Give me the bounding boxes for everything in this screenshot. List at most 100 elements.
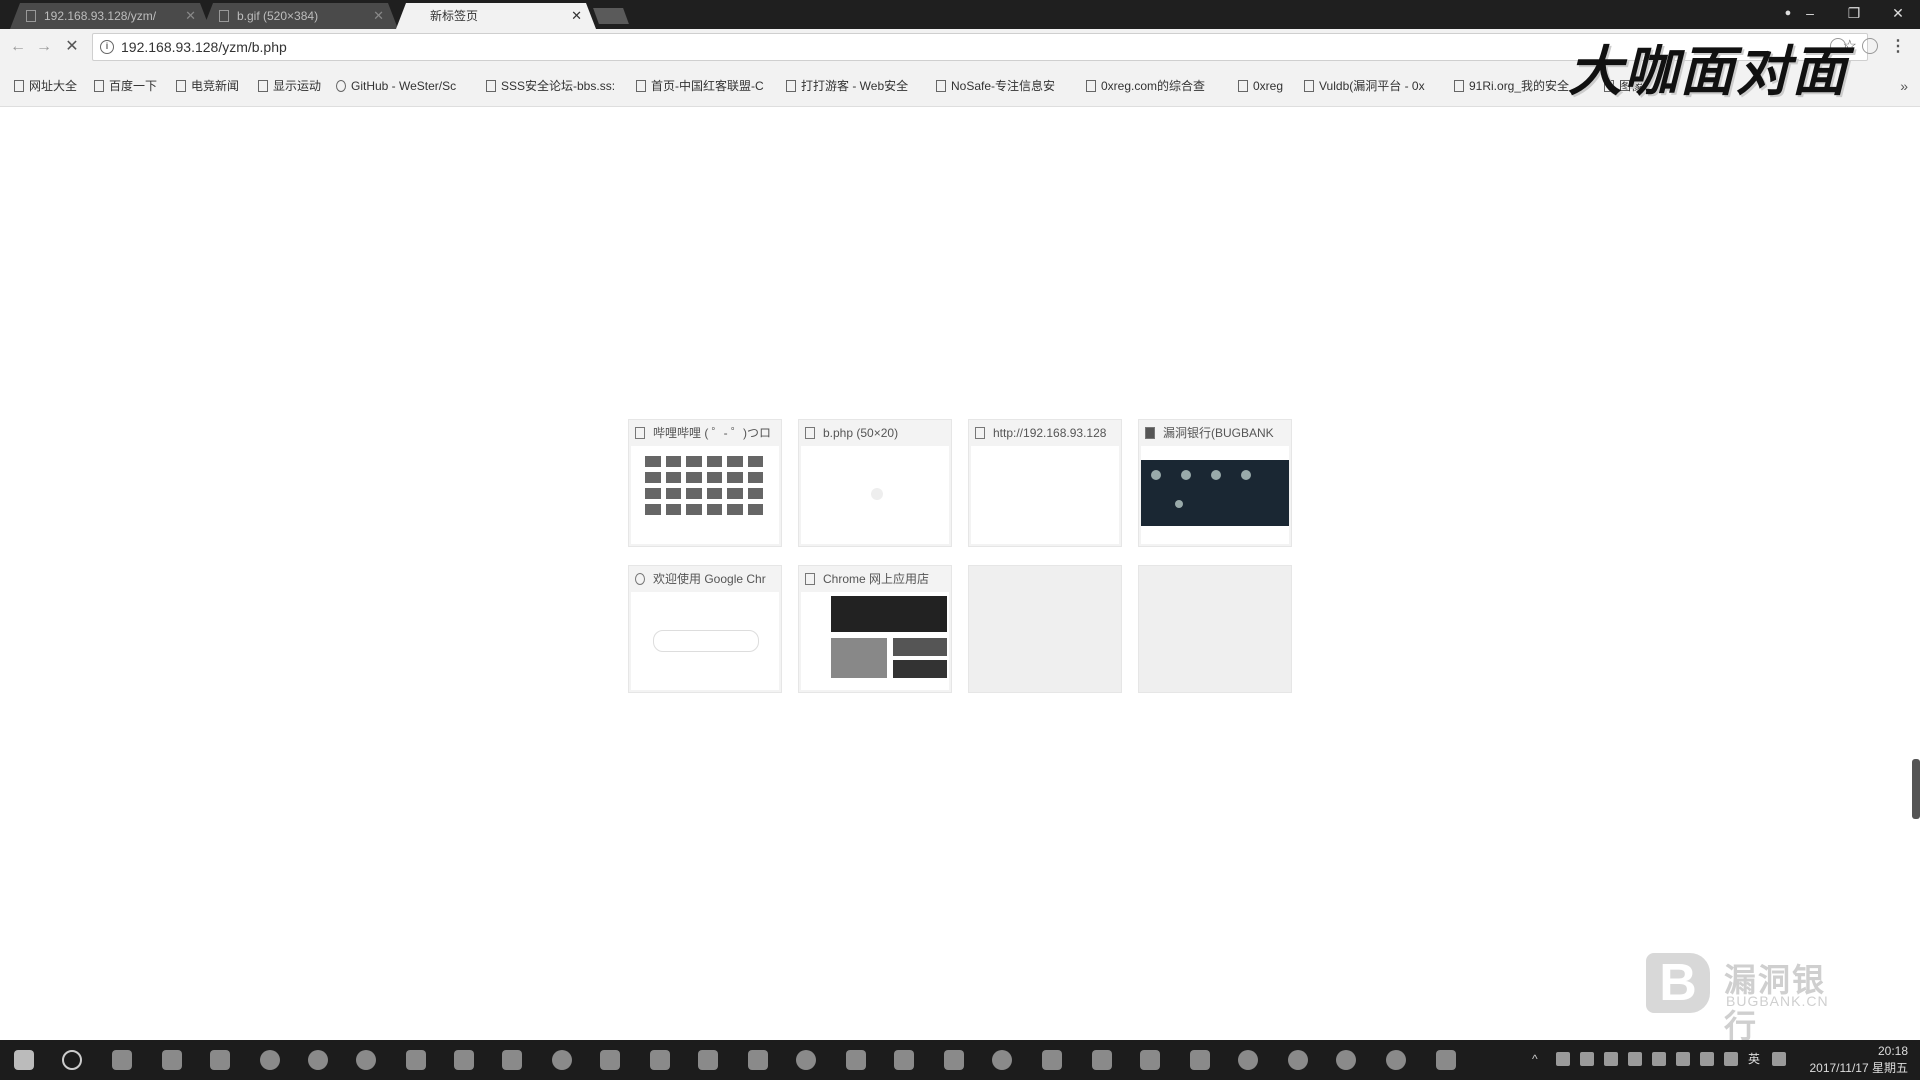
bookmark-item[interactable]: 0xreg [1238, 65, 1283, 107]
page-icon [94, 80, 104, 92]
tray-icon[interactable] [1580, 1052, 1594, 1066]
new-tab-button[interactable] [593, 8, 629, 24]
page-icon [1304, 80, 1314, 92]
search-icon[interactable] [62, 1050, 82, 1070]
volume-icon[interactable] [1724, 1052, 1738, 1066]
info-icon[interactable]: i [100, 40, 114, 54]
back-button[interactable]: ← [6, 35, 30, 59]
wechat-icon[interactable] [1288, 1050, 1308, 1070]
app-icon[interactable] [894, 1050, 914, 1070]
bookmark-item[interactable]: SSS安全论坛-bbs.ss: [486, 65, 615, 107]
tile-title: 欢迎使用 Google Chr [653, 572, 766, 586]
app-icon[interactable] [944, 1050, 964, 1070]
forward-button[interactable]: → [32, 35, 56, 59]
app-icon[interactable] [552, 1050, 572, 1070]
tray-icon[interactable] [1604, 1052, 1618, 1066]
close-icon[interactable]: ✕ [373, 3, 384, 29]
bookmark-item[interactable]: GitHub - WeSter/Sc [336, 65, 456, 107]
bookmark-item[interactable]: 百度一下 [94, 65, 157, 107]
tab-new-tab[interactable]: 新标签页 ✕ [396, 3, 596, 29]
app-icon[interactable] [1238, 1050, 1258, 1070]
minimize-button[interactable]: – [1788, 0, 1832, 29]
close-icon[interactable]: ✕ [571, 3, 582, 29]
thumbnail-image [893, 660, 947, 678]
bookmark-item[interactable]: 0xreg.com的综合查 [1086, 65, 1205, 107]
tile-thumbnail [1141, 446, 1289, 544]
tab-b-gif[interactable]: b.gif (520×384) ✕ [203, 3, 398, 29]
bookmark-item[interactable]: 首页-中国红客联盟-C [636, 65, 764, 107]
thumbnail-image [893, 638, 947, 656]
bookmarks-overflow-button[interactable]: » [1900, 65, 1908, 107]
app-icon[interactable] [406, 1050, 426, 1070]
most-visited-tile[interactable]: 欢迎使用 Google Chr [628, 565, 782, 693]
tile-title: b.php (50×20) [823, 426, 899, 440]
app-icon[interactable] [1436, 1050, 1456, 1070]
page-icon [14, 80, 24, 92]
file-explorer-icon[interactable] [162, 1050, 182, 1070]
app-icon[interactable] [1386, 1050, 1406, 1070]
most-visited-tile[interactable]: Chrome 网上应用店 [798, 565, 952, 693]
app-icon[interactable] [308, 1050, 328, 1070]
notification-icon[interactable] [1772, 1052, 1786, 1066]
close-window-button[interactable]: ✕ [1876, 0, 1920, 29]
app-icon[interactable] [846, 1050, 866, 1070]
bookmark-item[interactable]: Vuldb(漏洞平台 - 0x [1304, 65, 1425, 107]
shield-icon[interactable] [1628, 1052, 1642, 1066]
close-icon[interactable]: ✕ [185, 3, 196, 29]
page-icon [1238, 80, 1248, 92]
network-icon[interactable] [1700, 1052, 1714, 1066]
page-icon [1086, 80, 1096, 92]
page-icon [636, 80, 646, 92]
app-icon[interactable] [1190, 1050, 1210, 1070]
side-handle[interactable] [1912, 759, 1920, 819]
tab-yzm[interactable]: 192.168.93.128/yzm/ ✕ [10, 3, 210, 29]
app-icon[interactable] [698, 1050, 718, 1070]
most-visited-tile[interactable]: 漏洞银行(BUGBANK [1138, 419, 1292, 547]
tile-thumbnail [631, 446, 779, 544]
clock[interactable]: 20:18 2017/11/17 星期五 [1809, 1043, 1908, 1077]
app-icon[interactable] [992, 1050, 1012, 1070]
bookmark-item[interactable]: 91Ri.org_我的安全 [1454, 65, 1569, 107]
most-visited-tile[interactable]: http://192.168.93.128 [968, 419, 1122, 547]
bookmark-item[interactable]: 打打游客 - Web安全 [786, 65, 908, 107]
app-icon[interactable] [356, 1050, 376, 1070]
start-icon[interactable] [14, 1050, 34, 1070]
page-icon [975, 427, 985, 439]
tray-icon[interactable] [1676, 1052, 1690, 1066]
restore-button[interactable]: ❐ [1832, 0, 1876, 29]
extension-icon[interactable] [1862, 38, 1878, 54]
app-icon[interactable] [502, 1050, 522, 1070]
input-language[interactable]: 英 [1748, 1052, 1762, 1066]
stop-button[interactable]: ✕ [60, 35, 84, 59]
chevron-up-icon[interactable]: ^ [1532, 1052, 1546, 1066]
app-icon[interactable] [1092, 1050, 1112, 1070]
app-icon[interactable] [748, 1050, 768, 1070]
tray-icon[interactable] [1556, 1052, 1570, 1066]
app-icon[interactable] [1042, 1050, 1062, 1070]
most-visited-tile[interactable]: 哔哩哔哩 ( ゜- ゜)つロ [628, 419, 782, 547]
app-icon[interactable] [454, 1050, 474, 1070]
edge-icon[interactable] [112, 1050, 132, 1070]
page-icon [176, 80, 186, 92]
most-visited-tile[interactable]: b.php (50×20) [798, 419, 952, 547]
watermark-en: BUGBANK.CN [1726, 993, 1829, 1009]
most-visited-tile-empty [1138, 565, 1292, 693]
app-icon[interactable] [650, 1050, 670, 1070]
app-icon[interactable] [210, 1050, 230, 1070]
bookmark-item[interactable]: NoSafe-专注信息安 [936, 65, 1055, 107]
thumbnail-banner [831, 596, 947, 632]
app-icon[interactable] [1140, 1050, 1160, 1070]
most-visited-tile-empty [968, 565, 1122, 693]
tray-icon[interactable] [1652, 1052, 1666, 1066]
tile-thumbnail [631, 592, 779, 690]
menu-icon[interactable]: ⋮ [1890, 36, 1906, 56]
bookmark-item[interactable]: 网址大全 [14, 65, 77, 107]
app-icon[interactable] [1336, 1050, 1356, 1070]
app-icon[interactable] [796, 1050, 816, 1070]
chrome-icon[interactable] [260, 1050, 280, 1070]
tile-title: 哔哩哔哩 ( ゜- ゜)つロ [653, 426, 771, 440]
bookmark-item[interactable]: 显示运动 [258, 65, 321, 107]
app-icon[interactable] [600, 1050, 620, 1070]
tile-title: Chrome 网上应用店 [823, 572, 930, 586]
bookmark-item[interactable]: 电竞新闻 [176, 65, 239, 107]
